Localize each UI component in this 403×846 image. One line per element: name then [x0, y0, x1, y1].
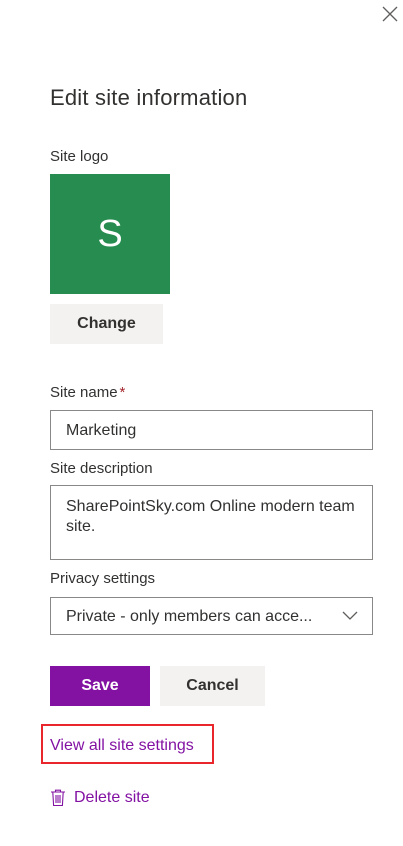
site-name-field[interactable]: Marketing [50, 410, 373, 450]
site-logo-letter: S [97, 212, 123, 255]
site-name-label: Site name * [50, 384, 125, 401]
close-icon [382, 6, 398, 22]
privacy-settings-value: Private - only members can acce... [66, 608, 313, 625]
change-logo-button[interactable]: Change [50, 304, 163, 344]
close-button[interactable] [378, 2, 402, 26]
privacy-settings-label: Privacy settings [50, 570, 156, 587]
save-button[interactable]: Save [50, 666, 150, 706]
chevron-down-icon [342, 611, 358, 620]
panel-title: Edit site information [50, 85, 248, 110]
site-logo-tile: S [50, 174, 170, 294]
delete-site-link[interactable]: Delete site [50, 789, 150, 807]
site-name-label-text: Site name [50, 384, 118, 401]
site-description-field[interactable]: SharePointSky.com Online modern team sit… [50, 485, 373, 560]
site-description-value: SharePointSky.com Online modern team sit… [66, 498, 355, 535]
trash-icon [51, 789, 65, 807]
site-logo-label: Site logo [50, 148, 109, 165]
delete-site-label: Delete site [74, 789, 150, 806]
privacy-settings-dropdown[interactable]: Private - only members can acce... [50, 597, 373, 635]
view-all-site-settings-link[interactable]: View all site settings [50, 737, 194, 755]
site-description-label: Site description [50, 460, 153, 477]
cancel-button[interactable]: Cancel [160, 666, 265, 706]
site-name-value: Marketing [66, 422, 137, 439]
required-marker: * [119, 384, 126, 401]
